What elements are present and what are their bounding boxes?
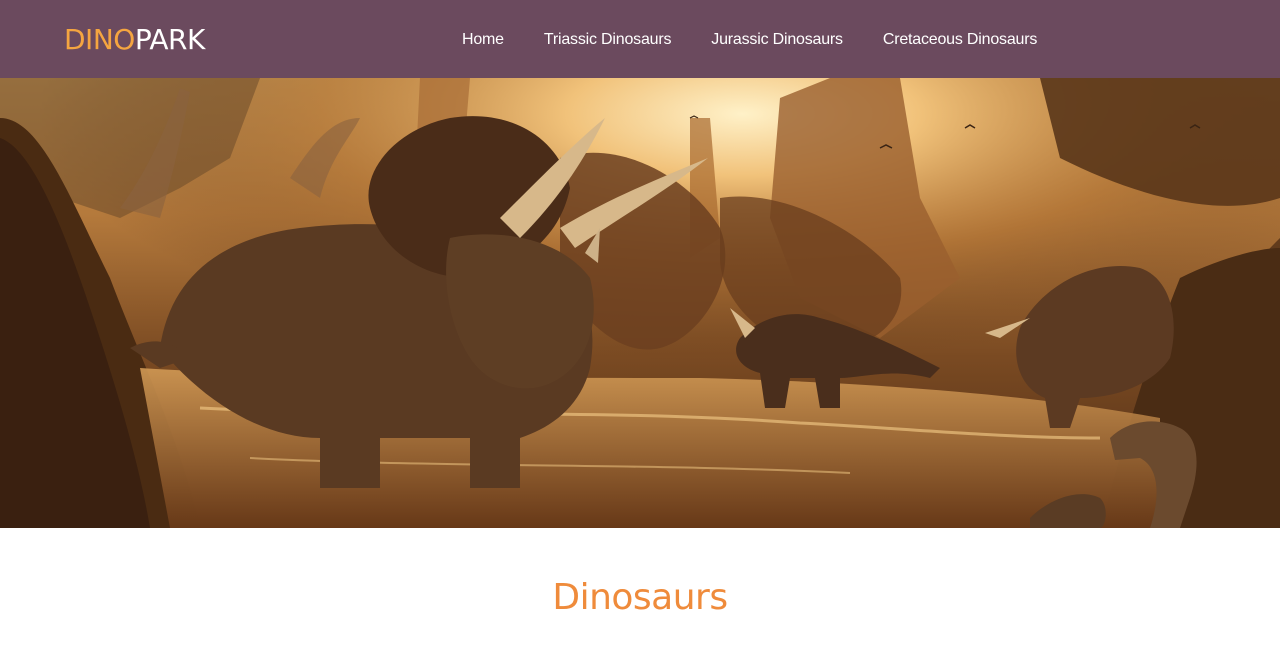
site-logo[interactable]: DINOPARK: [64, 22, 205, 58]
nav-link-home[interactable]: Home: [462, 29, 504, 51]
logo-text-dino: DINO: [64, 23, 135, 56]
main-nav: Home Triassic Dinosaurs Jurassic Dinosau…: [462, 29, 1037, 51]
nav-link-cretaceous[interactable]: Cretaceous Dinosaurs: [883, 29, 1038, 51]
hero-image: [0, 78, 1280, 528]
nav-link-triassic[interactable]: Triassic Dinosaurs: [544, 29, 672, 51]
top-navbar: DINOPARK Home Triassic Dinosaurs Jurassi…: [0, 0, 1280, 78]
page-title: Dinosaurs: [552, 577, 728, 619]
nav-link-jurassic[interactable]: Jurassic Dinosaurs: [711, 29, 843, 51]
logo-text-park: PARK: [134, 23, 206, 56]
hero-banner: [0, 78, 1280, 528]
